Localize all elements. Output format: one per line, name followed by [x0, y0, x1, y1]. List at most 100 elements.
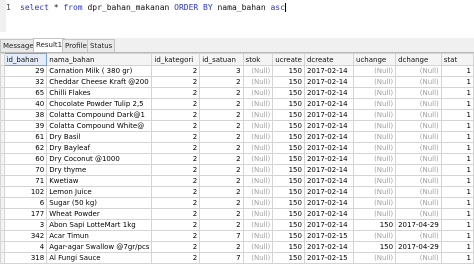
cell-dcreate[interactable]: 2017-02-14 [303, 219, 355, 231]
cell-id-bahan[interactable]: 65 [3, 87, 48, 99]
cell-dcreate[interactable]: 2017-02-14 [303, 98, 355, 110]
table-row[interactable]: 177 Wheat Powder 2 2 (Null) 150 2017-02-14 (Nul… [0, 208, 474, 220]
cell-dchange[interactable]: 2017-04-29 [395, 241, 442, 253]
table-row[interactable]: 29 Carnation Milk ( 380 gr) 2 3 (Null) 150 201… [0, 65, 474, 77]
cell-id-satuan[interactable]: 2 [199, 197, 244, 209]
cell-id-satuan[interactable]: 2 [199, 109, 244, 121]
cell-uchange[interactable]: 150 [353, 241, 397, 253]
cell-id-satuan[interactable]: 2 [199, 208, 244, 220]
cell-stok[interactable]: (Null) [242, 153, 274, 165]
cell-uchange[interactable]: (Null) [353, 153, 397, 165]
cell-uchange[interactable]: (Null) [353, 186, 397, 198]
cell-ucreate[interactable]: 150 [272, 98, 305, 110]
cell-stok[interactable]: (Null) [242, 120, 274, 132]
cell-dchange[interactable]: (Null) [395, 131, 442, 143]
cell-stok[interactable]: (Null) [242, 131, 274, 143]
cell-id-satuan[interactable]: 2 [199, 153, 244, 165]
cell-id-kategori[interactable]: 2 [151, 208, 201, 220]
tab-result1[interactable]: Result1 [33, 38, 66, 52]
cell-id-kategori[interactable]: 2 [151, 120, 201, 132]
cell-dchange[interactable]: (Null) [395, 87, 442, 99]
cell-ucreate[interactable]: 150 [272, 241, 305, 253]
cell-dchange[interactable]: 2017-04-29 [395, 219, 442, 231]
tab-status[interactable]: Status [87, 39, 116, 52]
cell-stok[interactable]: (Null) [242, 98, 274, 110]
cell-uchange[interactable]: (Null) [353, 87, 397, 99]
cell-stat[interactable]: 1 [440, 131, 474, 143]
table-row[interactable]: 318 Al Fungi Sauce 2 7 (Null) 150 2017-02-15 (N… [0, 252, 474, 264]
cell-nama-bahan[interactable]: Dry thyme [46, 164, 153, 176]
cell-nama-bahan[interactable]: Colatta Compound White@ [46, 120, 153, 132]
table-row[interactable]: 62 Dry Bayleaf 2 2 (Null) 150 2017-02-14 (Null)… [0, 142, 474, 154]
cell-id-kategori[interactable]: 2 [151, 131, 201, 143]
cell-stat[interactable]: 1 [440, 197, 474, 209]
cell-uchange[interactable]: (Null) [353, 175, 397, 187]
cell-stat[interactable]: 1 [440, 109, 474, 121]
cell-dcreate[interactable]: 2017-02-14 [303, 208, 355, 220]
cell-nama-bahan[interactable]: Colatta Compound Dark@1 [46, 109, 153, 121]
result-grid[interactable]: id_bahan nama_bahan id_kategori id_satuan st… [0, 53, 474, 274]
cell-id-bahan[interactable]: 32 [3, 76, 48, 88]
cell-id-kategori[interactable]: 2 [151, 65, 201, 77]
cell-ucreate[interactable]: 150 [272, 208, 305, 220]
cell-id-kategori[interactable]: 2 [151, 252, 201, 264]
table-row[interactable]: 3 Abon Sapi LotteMart 1kg 2 2 (Null) 150 2017-… [0, 219, 474, 231]
cell-dchange[interactable]: (Null) [395, 186, 442, 198]
cell-nama-bahan[interactable]: Carnation Milk ( 380 gr) [46, 65, 153, 77]
table-row[interactable]: 38 Colatta Compound Dark@1 2 2 (Null) 150 2017… [0, 109, 474, 121]
cell-stat[interactable]: 1 [440, 186, 474, 198]
cell-nama-bahan[interactable]: Cheddar Cheese Kraft @200 [46, 76, 153, 88]
cell-dchange[interactable]: (Null) [395, 65, 442, 77]
cell-stat[interactable]: 1 [440, 164, 474, 176]
cell-uchange[interactable]: (Null) [353, 65, 397, 77]
cell-uchange[interactable]: (Null) [353, 131, 397, 143]
column-header-nama-bahan[interactable]: nama_bahan [46, 53, 153, 66]
cell-stat[interactable]: 1 [440, 208, 474, 220]
table-row[interactable]: 32 Cheddar Cheese Kraft @200 2 2 (Null) 150 20… [0, 76, 474, 88]
cell-dcreate[interactable]: 2017-02-14 [303, 87, 355, 99]
cell-dchange[interactable]: (Null) [395, 98, 442, 110]
cell-uchange[interactable]: 150 [353, 219, 397, 231]
cell-ucreate[interactable]: 150 [272, 153, 305, 165]
cell-dchange[interactable]: (Null) [395, 153, 442, 165]
sql-editor[interactable]: 1 select * from dpr_bahan_makanan ORDER … [6, 0, 474, 32]
cell-id-satuan[interactable]: 2 [199, 175, 244, 187]
cell-uchange[interactable]: (Null) [353, 142, 397, 154]
cell-id-kategori[interactable]: 2 [151, 98, 201, 110]
cell-stat[interactable]: 1 [440, 241, 474, 253]
cell-id-bahan[interactable]: 318 [3, 252, 48, 264]
cell-uchange[interactable]: (Null) [353, 109, 397, 121]
cell-dcreate[interactable]: 2017-02-14 [303, 197, 355, 209]
cell-dcreate[interactable]: 2017-02-14 [303, 186, 355, 198]
tab-message[interactable]: Message [0, 39, 37, 52]
cell-id-satuan[interactable]: 2 [199, 87, 244, 99]
cell-id-satuan[interactable]: 2 [199, 76, 244, 88]
cell-dcreate[interactable]: 2017-02-14 [303, 131, 355, 143]
cell-nama-bahan[interactable]: Chocolate Powder Tulip 2,5 [46, 98, 153, 110]
cell-dcreate[interactable]: 2017-02-14 [303, 142, 355, 154]
cell-stat[interactable]: 1 [440, 120, 474, 132]
cell-stat[interactable]: 1 [440, 175, 474, 187]
cell-id-satuan[interactable]: 2 [199, 186, 244, 198]
cell-dchange[interactable]: (Null) [395, 175, 442, 187]
cell-stok[interactable]: (Null) [242, 175, 274, 187]
table-row[interactable]: 39 Colatta Compound White@ 2 2 (Null) 150 2017… [0, 120, 474, 132]
cell-ucreate[interactable]: 150 [272, 252, 305, 264]
cell-dcreate[interactable]: 2017-02-14 [303, 175, 355, 187]
cell-id-bahan[interactable]: 62 [3, 142, 48, 154]
cell-ucreate[interactable]: 150 [272, 230, 305, 242]
cell-stat[interactable]: 1 [440, 142, 474, 154]
cell-id-satuan[interactable]: 2 [199, 120, 244, 132]
cell-ucreate[interactable]: 150 [272, 175, 305, 187]
cell-ucreate[interactable]: 150 [272, 87, 305, 99]
table-row[interactable]: 65 Chilli Flakes 2 2 (Null) 150 2017-02-14 (Nul… [0, 87, 474, 99]
cell-dcreate[interactable]: 2017-02-14 [303, 120, 355, 132]
cell-stok[interactable]: (Null) [242, 252, 274, 264]
cell-stat[interactable]: 1 [440, 230, 474, 242]
cell-uchange[interactable]: (Null) [353, 98, 397, 110]
cell-id-bahan[interactable]: 61 [3, 131, 48, 143]
cell-id-kategori[interactable]: 2 [151, 153, 201, 165]
cell-id-kategori[interactable]: 2 [151, 230, 201, 242]
cell-dcreate[interactable]: 2017-02-15 [303, 252, 355, 264]
cell-stat[interactable]: 1 [440, 76, 474, 88]
